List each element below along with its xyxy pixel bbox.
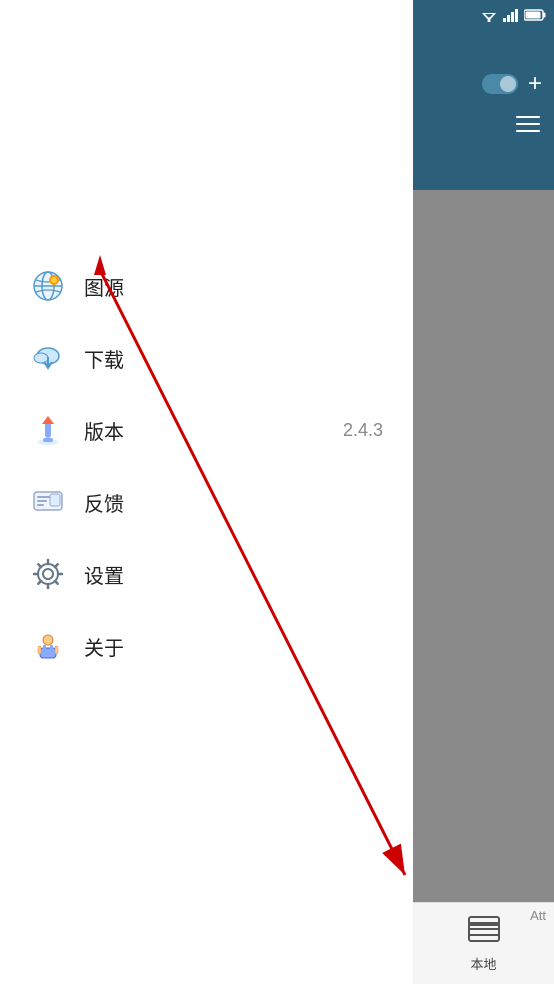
guanyu-icon <box>30 628 66 664</box>
tuyuan-label: 图源 <box>84 272 383 301</box>
hamburger-line-2 <box>516 123 540 125</box>
status-bar-row: + <box>425 40 542 98</box>
fankui-icon <box>30 484 66 520</box>
signal-icon <box>503 8 519 22</box>
left-menu: 图源下载版本 2.4.3 反馈设置关于 <box>0 0 413 984</box>
menu-item-shezhi[interactable]: 设置 <box>0 538 413 610</box>
menu-item-guanyu[interactable]: 关于 <box>0 610 413 682</box>
tuyuan-icon <box>30 268 66 304</box>
hamburger-line-3 <box>516 130 540 132</box>
local-icon-svg <box>468 915 500 943</box>
right-panel-header: + <box>413 0 554 190</box>
battery-icon <box>524 9 546 21</box>
bottom-tab[interactable]: 本地 <box>413 902 554 984</box>
menu-item-xiazai[interactable]: 下载 <box>0 322 413 394</box>
wifi-icon <box>480 8 498 22</box>
hamburger-menu[interactable] <box>516 116 540 132</box>
hamburger-line-1 <box>516 116 540 118</box>
banben-label: 版本 <box>84 416 325 445</box>
banben-icon <box>30 412 66 448</box>
toggle-button[interactable] <box>482 74 518 94</box>
shezhi-icon <box>30 556 66 592</box>
menu-list: 图源下载版本 2.4.3 反馈设置关于 <box>0 250 413 682</box>
shezhi-label: 设置 <box>84 560 383 589</box>
hamburger-row <box>425 116 542 132</box>
right-panel: + <box>413 0 554 984</box>
banben-value: 2.4.3 <box>343 420 383 441</box>
local-tab-label: 本地 <box>470 954 496 973</box>
xiazai-label: 下载 <box>84 344 383 373</box>
menu-item-tuyuan[interactable]: 图源 <box>0 250 413 322</box>
menu-item-banben[interactable]: 版本 2.4.3 <box>0 394 413 466</box>
xiazai-icon <box>30 340 66 376</box>
toggle-knob <box>500 76 516 92</box>
guanyu-label: 关于 <box>84 632 383 661</box>
menu-item-fankui[interactable]: 反馈 <box>0 466 413 538</box>
fankui-label: 反馈 <box>84 488 383 517</box>
add-button[interactable]: + <box>528 70 542 98</box>
local-tab-icon <box>468 915 500 950</box>
